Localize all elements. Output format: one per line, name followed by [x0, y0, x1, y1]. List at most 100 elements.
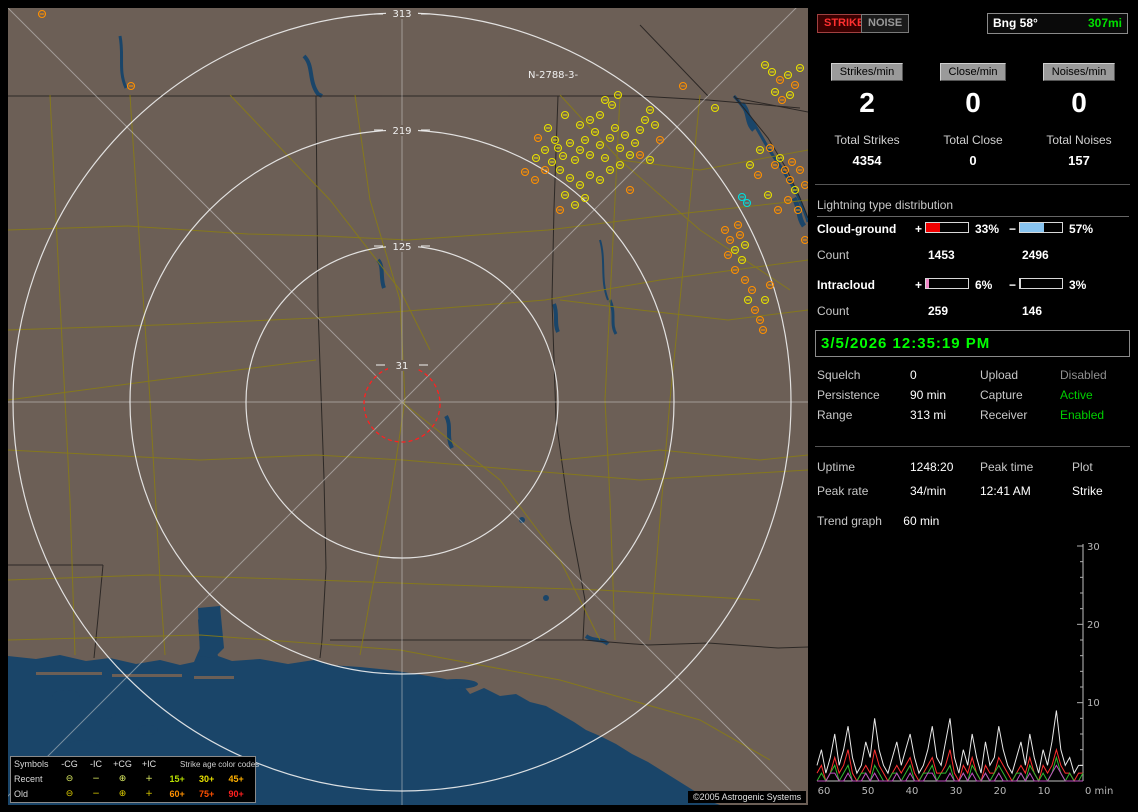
legend-col-neg-cg: -CG: [61, 759, 78, 769]
stats-row-1: Uptime 1248:20 Peak time Plot: [815, 460, 1131, 478]
legend-col-pos-cg: +CG: [113, 759, 132, 769]
neg-cg-old-icon: ⊖: [65, 789, 74, 799]
intracloud-label: Intracloud: [817, 278, 876, 292]
x-tick-40: 40: [906, 786, 919, 797]
pos-cg-recent-icon: ⊕: [118, 774, 127, 784]
map-svg: 313 219 125 31 N-2788-3-: [8, 8, 808, 805]
ic-minus-pct: 3%: [1069, 278, 1087, 292]
legend-old-row: Old ⊖ − ⊕ + 60+ 75+ 90+: [11, 787, 255, 802]
legend-old-label: Old: [14, 789, 29, 799]
settings-row-persistence: Persistence 90 min Capture Active: [815, 388, 1131, 406]
total-strikes-value: 4354: [852, 153, 882, 168]
cg-plus-pct: 33%: [975, 222, 1000, 236]
total-strikes-label: Total Strikes: [834, 133, 900, 147]
persistence-value: 90 min: [910, 388, 947, 402]
ic-plus-bar: [925, 278, 969, 289]
uptime-label: Uptime: [817, 460, 856, 474]
legend-col-pos-ic: +IC: [141, 759, 157, 769]
x-tick-30: 30: [950, 786, 963, 797]
age-90: 90+: [228, 789, 244, 799]
distance-value: 307mi: [1087, 16, 1122, 30]
settings-row-squelch: Squelch 0 Upload Disabled: [815, 368, 1131, 386]
persistence-label: Persistence: [817, 388, 880, 402]
pos-ic-old-icon: +: [145, 789, 153, 799]
separator: [815, 446, 1130, 447]
ic-count-label: Count: [817, 304, 850, 318]
upload-label: Upload: [980, 368, 1019, 382]
range-label: Range: [817, 408, 853, 422]
squelch-label: Squelch: [817, 368, 861, 382]
y-tick-20: 20: [1087, 620, 1100, 631]
trend-graph-svg: 30 20 10 60 50 40 30 20 10 0 min: [816, 542, 1113, 797]
intracloud-count-row: Count 259 146: [815, 304, 1131, 320]
legend: Symbols -CG -IC +CG +IC Strike age color…: [10, 756, 259, 803]
pos-cg-old-icon: ⊕: [118, 789, 127, 799]
age-30: 30+: [198, 774, 215, 784]
stats-row-2: Peak rate 34/min 12:41 AM Strike: [815, 484, 1131, 502]
cg-plus-count: 1453: [928, 248, 955, 262]
noise-indicator-button[interactable]: NOISE: [861, 14, 910, 33]
upload-status: Disabled: [1060, 368, 1107, 382]
ic-plus-count: 259: [928, 304, 949, 318]
bearing-value: Bng 58°: [993, 16, 1038, 30]
intracloud-row: Intracloud + 6% − 3%: [815, 278, 1131, 294]
total-noises-value: 157: [1068, 153, 1090, 168]
cloud-ground-count-row: Count 1453 2496: [815, 248, 1131, 264]
close-per-min-button[interactable]: Close/min: [939, 63, 1007, 81]
lightning-map[interactable]: 313 219 125 31 N-2788-3- Symbols -CG -IC…: [8, 8, 808, 805]
trend-graph: 30 20 10 60 50 40 30 20 10 0 min: [815, 536, 1131, 802]
trend-window-value: 60 min: [903, 514, 940, 528]
range-value: 313 mi: [910, 408, 947, 422]
total-noises-column: Total Noises 157: [1029, 133, 1129, 168]
x-tick-50: 50: [862, 786, 875, 797]
track-label: N-2788-3-: [528, 70, 579, 81]
receiver-label: Receiver: [980, 408, 1028, 422]
plot-value: Strike: [1072, 484, 1103, 498]
uptime-value: 1248:20: [910, 460, 954, 474]
legend-col-neg-ic: -IC: [90, 759, 103, 769]
age-15: 15+: [169, 774, 185, 784]
ring-label-125: 125: [392, 242, 411, 253]
minus-sign: −: [1009, 222, 1017, 236]
x-tick-60: 60: [818, 786, 831, 797]
peak-time-label: Peak time: [980, 460, 1034, 474]
squelch-value: 0: [910, 368, 917, 382]
ring-label-219: 219: [392, 126, 411, 137]
cg-count-label: Count: [817, 248, 850, 262]
strikes-per-min-button[interactable]: Strikes/min: [830, 63, 904, 81]
age-75: 75+: [198, 789, 215, 799]
trend-graph-label-row: Trend graph 60 min: [817, 514, 939, 528]
trend-graph-label: Trend graph: [817, 514, 882, 528]
total-close-value: 0: [969, 153, 977, 168]
total-strikes-column: Total Strikes 4354: [817, 133, 917, 168]
total-close-label: Total Close: [943, 133, 1003, 147]
peak-rate-label: Peak rate: [817, 484, 869, 498]
capture-status: Active: [1060, 388, 1093, 402]
ring-label-31: 31: [396, 361, 409, 372]
cg-minus-count: 2496: [1022, 248, 1049, 262]
cloud-ground-row: Cloud-ground + 33% − 57%: [815, 222, 1131, 238]
noises-per-min-column: Noises/min 0: [1029, 63, 1129, 119]
noises-per-min-button[interactable]: Noises/min: [1042, 63, 1116, 81]
ic-minus-bar: [1019, 278, 1063, 289]
settings-row-range: Range 313 mi Receiver Enabled: [815, 408, 1131, 426]
neg-ic-recent-icon: −: [92, 774, 100, 784]
legend-age-header: Strike age color codes: [180, 760, 260, 769]
ring-label-313: 313: [392, 9, 411, 20]
plot-label: Plot: [1072, 460, 1093, 474]
ic-minus-count: 146: [1022, 304, 1043, 318]
x-tick-10: 10: [1038, 786, 1051, 797]
legend-recent-row: Recent ⊖ − ⊕ + 15+ 30+ 45+: [11, 772, 255, 787]
total-close-column: Total Close 0: [923, 133, 1023, 168]
receiver-status: Enabled: [1060, 408, 1105, 422]
datetime-display: 3/5/2026 12:35:19 PM: [815, 330, 1130, 357]
peak-time-value: 12:41 AM: [980, 484, 1031, 498]
y-tick-10: 10: [1087, 698, 1100, 709]
ic-plus-pct: 6%: [975, 278, 993, 292]
copyright-label: ©2005 Astrogenic Systems: [688, 791, 807, 803]
cg-minus-pct: 57%: [1069, 222, 1094, 236]
total-noises-label: Total Noises: [1046, 133, 1112, 147]
age-60: 60+: [169, 789, 185, 799]
close-per-min-value: 0: [965, 87, 981, 118]
strikes-per-min-value: 2: [859, 87, 875, 118]
